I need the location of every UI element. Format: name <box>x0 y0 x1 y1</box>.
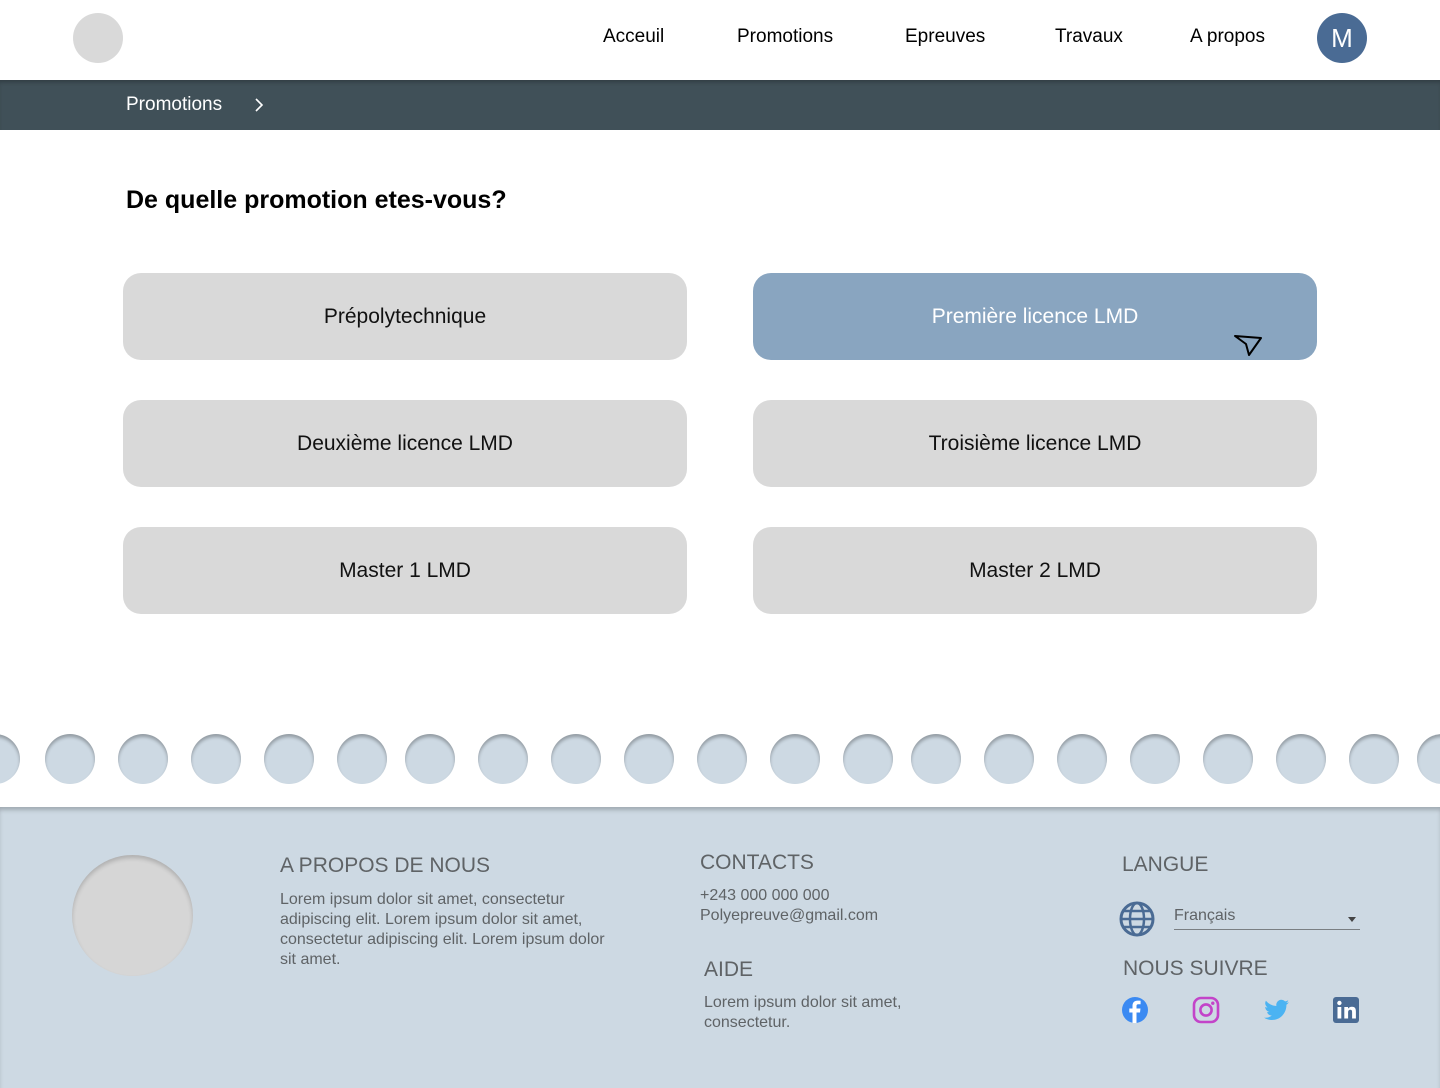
user-avatar[interactable]: M <box>1317 13 1367 63</box>
decorative-circle <box>843 734 893 784</box>
about-heading: A PROPOS DE NOUS <box>280 854 491 877</box>
promotion-label: Master 1 LMD <box>339 558 471 582</box>
decorative-circle <box>1203 734 1253 784</box>
footer <box>0 807 1440 1088</box>
chevron-right-icon <box>255 98 264 112</box>
linkedin-icon[interactable] <box>1332 996 1360 1024</box>
contact-email[interactable]: Polyepreuve@gmail.com <box>700 906 878 926</box>
facebook-icon[interactable] <box>1121 996 1149 1024</box>
decorative-circle <box>1276 734 1326 784</box>
site-logo[interactable] <box>73 13 123 63</box>
nav-acceuil[interactable]: Acceuil <box>603 26 664 48</box>
about-text: Lorem ipsum dolor sit amet, consectetur … <box>280 891 605 968</box>
language-heading: LANGUE <box>1122 853 1209 876</box>
promotion-label: Master 2 LMD <box>969 558 1101 582</box>
nav-a-propos[interactable]: A propos <box>1190 26 1265 48</box>
footer-logo <box>72 855 193 976</box>
decorative-circle <box>697 734 747 784</box>
help-text: Lorem ipsum dolor sit amet, consectetur. <box>704 994 902 1031</box>
promotion-button-prepolytechnique[interactable]: Prépolytechnique <box>123 273 687 360</box>
chevron-down-icon <box>1348 917 1356 922</box>
nav-travaux[interactable]: Travaux <box>1055 26 1123 48</box>
decorative-circle-row <box>0 733 1440 785</box>
decorative-circle <box>1349 734 1399 784</box>
follow-heading: NOUS SUIVRE <box>1123 957 1268 980</box>
promotion-label: Troisième licence LMD <box>928 431 1142 455</box>
decorative-circle <box>1057 734 1107 784</box>
promotion-label: Première licence LMD <box>931 304 1139 328</box>
twitter-icon[interactable] <box>1262 996 1290 1024</box>
nav-epreuves[interactable]: Epreuves <box>905 26 985 48</box>
decorative-circle <box>337 734 387 784</box>
page-title: De quelle promotion etes-vous? <box>126 186 507 214</box>
help-heading: AIDE <box>704 958 754 981</box>
promotion-label: Prépolytechnique <box>323 304 487 328</box>
decorative-circle <box>1130 734 1180 784</box>
decorative-circle <box>118 734 168 784</box>
language-selected-value: Français <box>1174 907 1236 924</box>
promotion-label: Deuxième licence LMD <box>297 431 513 455</box>
decorative-circle <box>405 734 455 784</box>
decorative-circle <box>191 734 241 784</box>
breadcrumb: Promotions <box>0 80 1440 130</box>
globe-icon <box>1119 901 1155 937</box>
decorative-circle <box>551 734 601 784</box>
language-select[interactable]: Français <box>1174 905 1360 930</box>
decorative-circle <box>911 734 961 784</box>
decorative-circle <box>1417 734 1440 784</box>
nav-promotions[interactable]: Promotions <box>737 26 833 48</box>
mouse-pointer-icon <box>1234 335 1262 356</box>
decorative-circle <box>264 734 314 784</box>
contacts-heading: CONTACTS <box>700 851 814 874</box>
decorative-circle <box>0 734 20 784</box>
decorative-circle <box>478 734 528 784</box>
decorative-circle <box>624 734 674 784</box>
promotion-button-troisieme-licence[interactable]: Troisième licence LMD <box>753 400 1317 487</box>
promotion-button-deuxieme-licence[interactable]: Deuxième licence LMD <box>123 400 687 487</box>
decorative-circle <box>984 734 1034 784</box>
instagram-icon[interactable] <box>1192 996 1220 1024</box>
promotion-button-master-1[interactable]: Master 1 LMD <box>123 527 687 614</box>
top-navigation-bar: Acceuil Promotions Epreuves Travaux A pr… <box>0 0 1440 80</box>
promotion-button-master-2[interactable]: Master 2 LMD <box>753 527 1317 614</box>
contact-phone: +243 000 000 000 <box>700 887 830 904</box>
decorative-circle <box>770 734 820 784</box>
avatar-initial: M <box>1331 22 1353 53</box>
breadcrumb-item-promotions[interactable]: Promotions <box>126 94 222 116</box>
decorative-circle <box>45 734 95 784</box>
